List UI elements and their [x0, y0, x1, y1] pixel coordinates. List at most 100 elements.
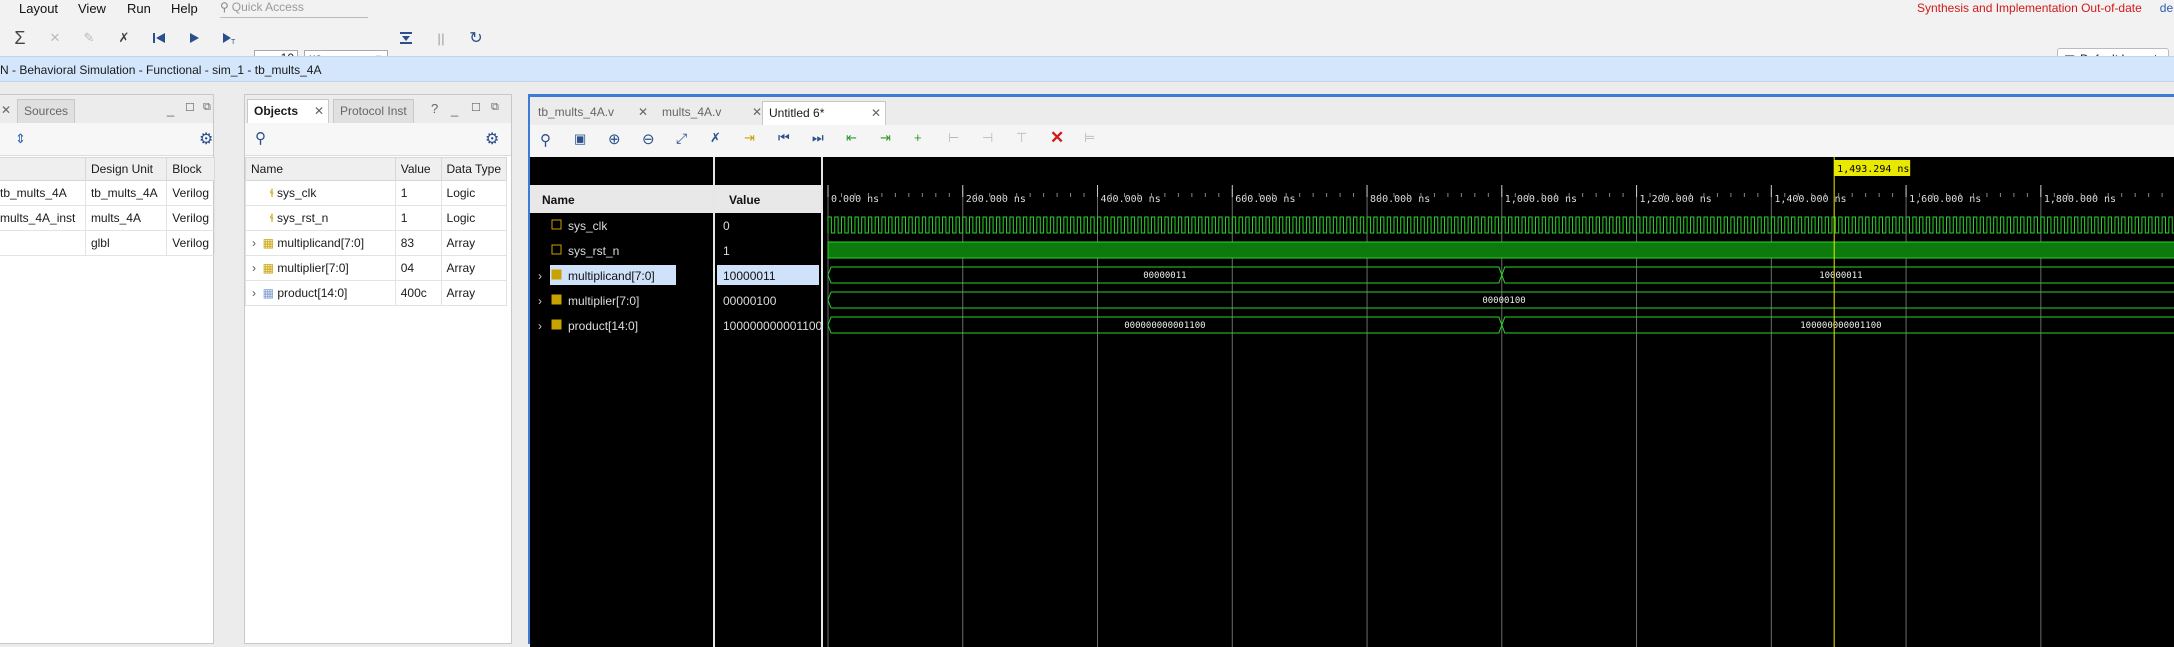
object-value: 1	[394, 180, 442, 206]
waveform-tabstrip: tb_mults_4A.v ✕ mults_4A.v ✕ Untitled 6*…	[530, 97, 2174, 126]
zoom-out-icon[interactable]: ⊖	[642, 130, 655, 148]
chevron-right-icon[interactable]: ›	[252, 236, 263, 250]
table-row[interactable]: ɬ sys_rst_n 1 Logic	[245, 205, 508, 231]
tab-mults-4a[interactable]: mults_4A.v ✕	[656, 101, 766, 125]
table-row[interactable]: mults_4A_inst mults_4A Verilog	[0, 205, 215, 231]
save-icon[interactable]: ▣	[574, 131, 586, 147]
tab-label: mults_4A.v	[662, 105, 722, 119]
run-for-icon[interactable]: T	[218, 27, 240, 49]
table-row[interactable]: glbl Verilog	[0, 230, 215, 256]
sort-icon[interactable]: ⇕	[15, 131, 26, 147]
float-icon[interactable]: ⧉	[203, 101, 211, 114]
mark-debug-icon[interactable]: ✗	[113, 27, 135, 49]
zoom-fit-icon[interactable]: ⤢	[676, 130, 687, 147]
maximize-icon[interactable]: ☐	[185, 101, 195, 114]
object-value: 04	[394, 255, 442, 281]
signal-value: 1	[723, 244, 730, 258]
cell: Verilog	[166, 205, 215, 231]
menu-help[interactable]: Help	[171, 1, 198, 16]
chevron-right-icon[interactable]: ›	[252, 286, 263, 300]
table-row[interactable]: › ▦ multiplicand[7:0] 83 Array	[245, 230, 508, 256]
close-icon[interactable]: ✕	[752, 101, 762, 123]
run-all-icon[interactable]	[183, 27, 205, 49]
menu-run[interactable]: Run	[127, 1, 151, 16]
tab-objects[interactable]: Objects ✕	[247, 99, 329, 123]
delete-icon[interactable]: ✕	[1050, 128, 1064, 148]
tab-sources[interactable]: Sources	[17, 99, 76, 123]
chevron-right-icon[interactable]: ›	[252, 261, 263, 275]
menu-layout[interactable]: Layout	[19, 1, 58, 16]
object-name-text: product[14:0]	[277, 286, 348, 300]
help-icon[interactable]: ?	[431, 101, 438, 116]
simulation-toolbar: Σ ✕ ✎ ✗ T 10 us ▼ || ↻ ▤ Default Layout	[0, 20, 2174, 70]
chevron-right-icon[interactable]: ›	[538, 269, 542, 283]
object-type: Logic	[440, 180, 508, 206]
bus-signal-icon: ▦	[262, 261, 278, 275]
signal-name[interactable]: multiplier[7:0]	[568, 294, 639, 308]
close-icon[interactable]: ✕	[314, 100, 324, 122]
objects-table: Name Value Data Type ɬ sys_clk 1 Logic ɬ…	[245, 157, 508, 306]
break-icon: ||	[437, 30, 445, 46]
object-type: Array	[440, 280, 508, 306]
table-row[interactable]: tb_mults_4A tb_mults_4A Verilog	[0, 180, 215, 206]
search-icon[interactable]: ⚲	[255, 129, 266, 147]
cell: Verilog	[166, 230, 215, 256]
tab-protocol-inst[interactable]: Protocol Inst	[333, 99, 414, 123]
close-icon[interactable]: ✕	[638, 101, 648, 123]
out-of-date-status[interactable]: Synthesis and Implementation Out-of-date…	[1917, 1, 2173, 15]
column-divider	[713, 157, 715, 647]
signal-value: 10000011	[723, 269, 776, 283]
minimize-icon[interactable]: _	[451, 102, 458, 117]
restart-icon[interactable]	[148, 27, 170, 49]
go-to-start-icon[interactable]: ⏮	[778, 130, 790, 146]
previous-transition-icon[interactable]: ⇤	[846, 130, 857, 146]
signal-name[interactable]: sys_rst_n	[568, 244, 619, 258]
signal-name[interactable]: multiplicand[7:0]	[568, 269, 655, 283]
cursor-center-icon[interactable]: ✗	[710, 130, 721, 146]
disabled-edit-icon: ✎	[83, 30, 95, 45]
step-icon[interactable]	[395, 27, 417, 49]
object-name-text: sys_rst_n	[276, 211, 329, 225]
sigma-icon[interactable]: Σ	[9, 27, 31, 49]
value-header: Value	[729, 193, 761, 207]
gear-icon[interactable]: ⚙	[199, 129, 213, 149]
add-marker-icon[interactable]: +	[914, 130, 922, 145]
chevron-right-icon[interactable]: ›	[538, 294, 542, 308]
name-header-bg	[530, 157, 713, 185]
value-column-bg	[715, 157, 821, 647]
objects-col-value: Value	[394, 157, 442, 181]
table-row[interactable]: ɬ sys_clk 1 Logic	[245, 180, 508, 206]
out-of-date-text: Synthesis and Implementation Out-of-date	[1917, 1, 2142, 15]
search-icon[interactable]: ⚲	[540, 131, 551, 149]
tab-untitled-6[interactable]: Untitled 6* ✕	[762, 101, 886, 125]
menu-view[interactable]: View	[78, 1, 106, 16]
bus-signal-icon: ▦	[262, 236, 278, 250]
close-icon[interactable]: ✕	[871, 102, 881, 124]
cell: mults_4A_inst	[0, 205, 86, 231]
previous-marker-icon: ⊢	[948, 130, 960, 145]
close-icon[interactable]: ✕	[1, 103, 11, 117]
go-to-end-icon[interactable]: ⏭	[812, 130, 824, 146]
maximize-icon[interactable]: ☐	[471, 101, 481, 114]
relaunch-icon[interactable]: ↻	[465, 27, 487, 49]
signal-name[interactable]: sys_clk	[568, 219, 608, 233]
swap-cursor-icon[interactable]: ⇥	[744, 130, 755, 146]
float-icon[interactable]: ⧉	[491, 101, 499, 114]
table-row[interactable]: › ▦ multiplier[7:0] 04 Array	[245, 255, 508, 281]
waveform-view[interactable]: Name Value 0.000 ns 200.000 ns 400.000 ns 600…	[530, 157, 2174, 647]
quick-access-input[interactable]: ⚲ Quick Access	[220, 0, 368, 18]
chevron-right-icon[interactable]: ›	[538, 319, 542, 333]
zoom-in-icon[interactable]: ⊕	[608, 130, 621, 148]
svg-text:T: T	[231, 39, 236, 45]
minimize-icon[interactable]: _	[167, 102, 174, 117]
status-link-truncated[interactable]: de	[2160, 1, 2173, 15]
table-row[interactable]: › ▦ product[14:0] 400c Array	[245, 280, 508, 306]
signal-name[interactable]: product[14:0]	[568, 319, 638, 333]
object-name: ɬ sys_clk	[245, 180, 396, 206]
tab-objects-label: Objects	[254, 104, 299, 118]
next-transition-icon[interactable]: ⇥	[880, 130, 891, 146]
tab-tb-mults-4a[interactable]: tb_mults_4A.v ✕	[532, 101, 652, 125]
bus-signal-icon: ▦	[262, 286, 278, 300]
gear-icon[interactable]: ⚙	[485, 129, 499, 149]
object-value: 83	[394, 230, 442, 256]
